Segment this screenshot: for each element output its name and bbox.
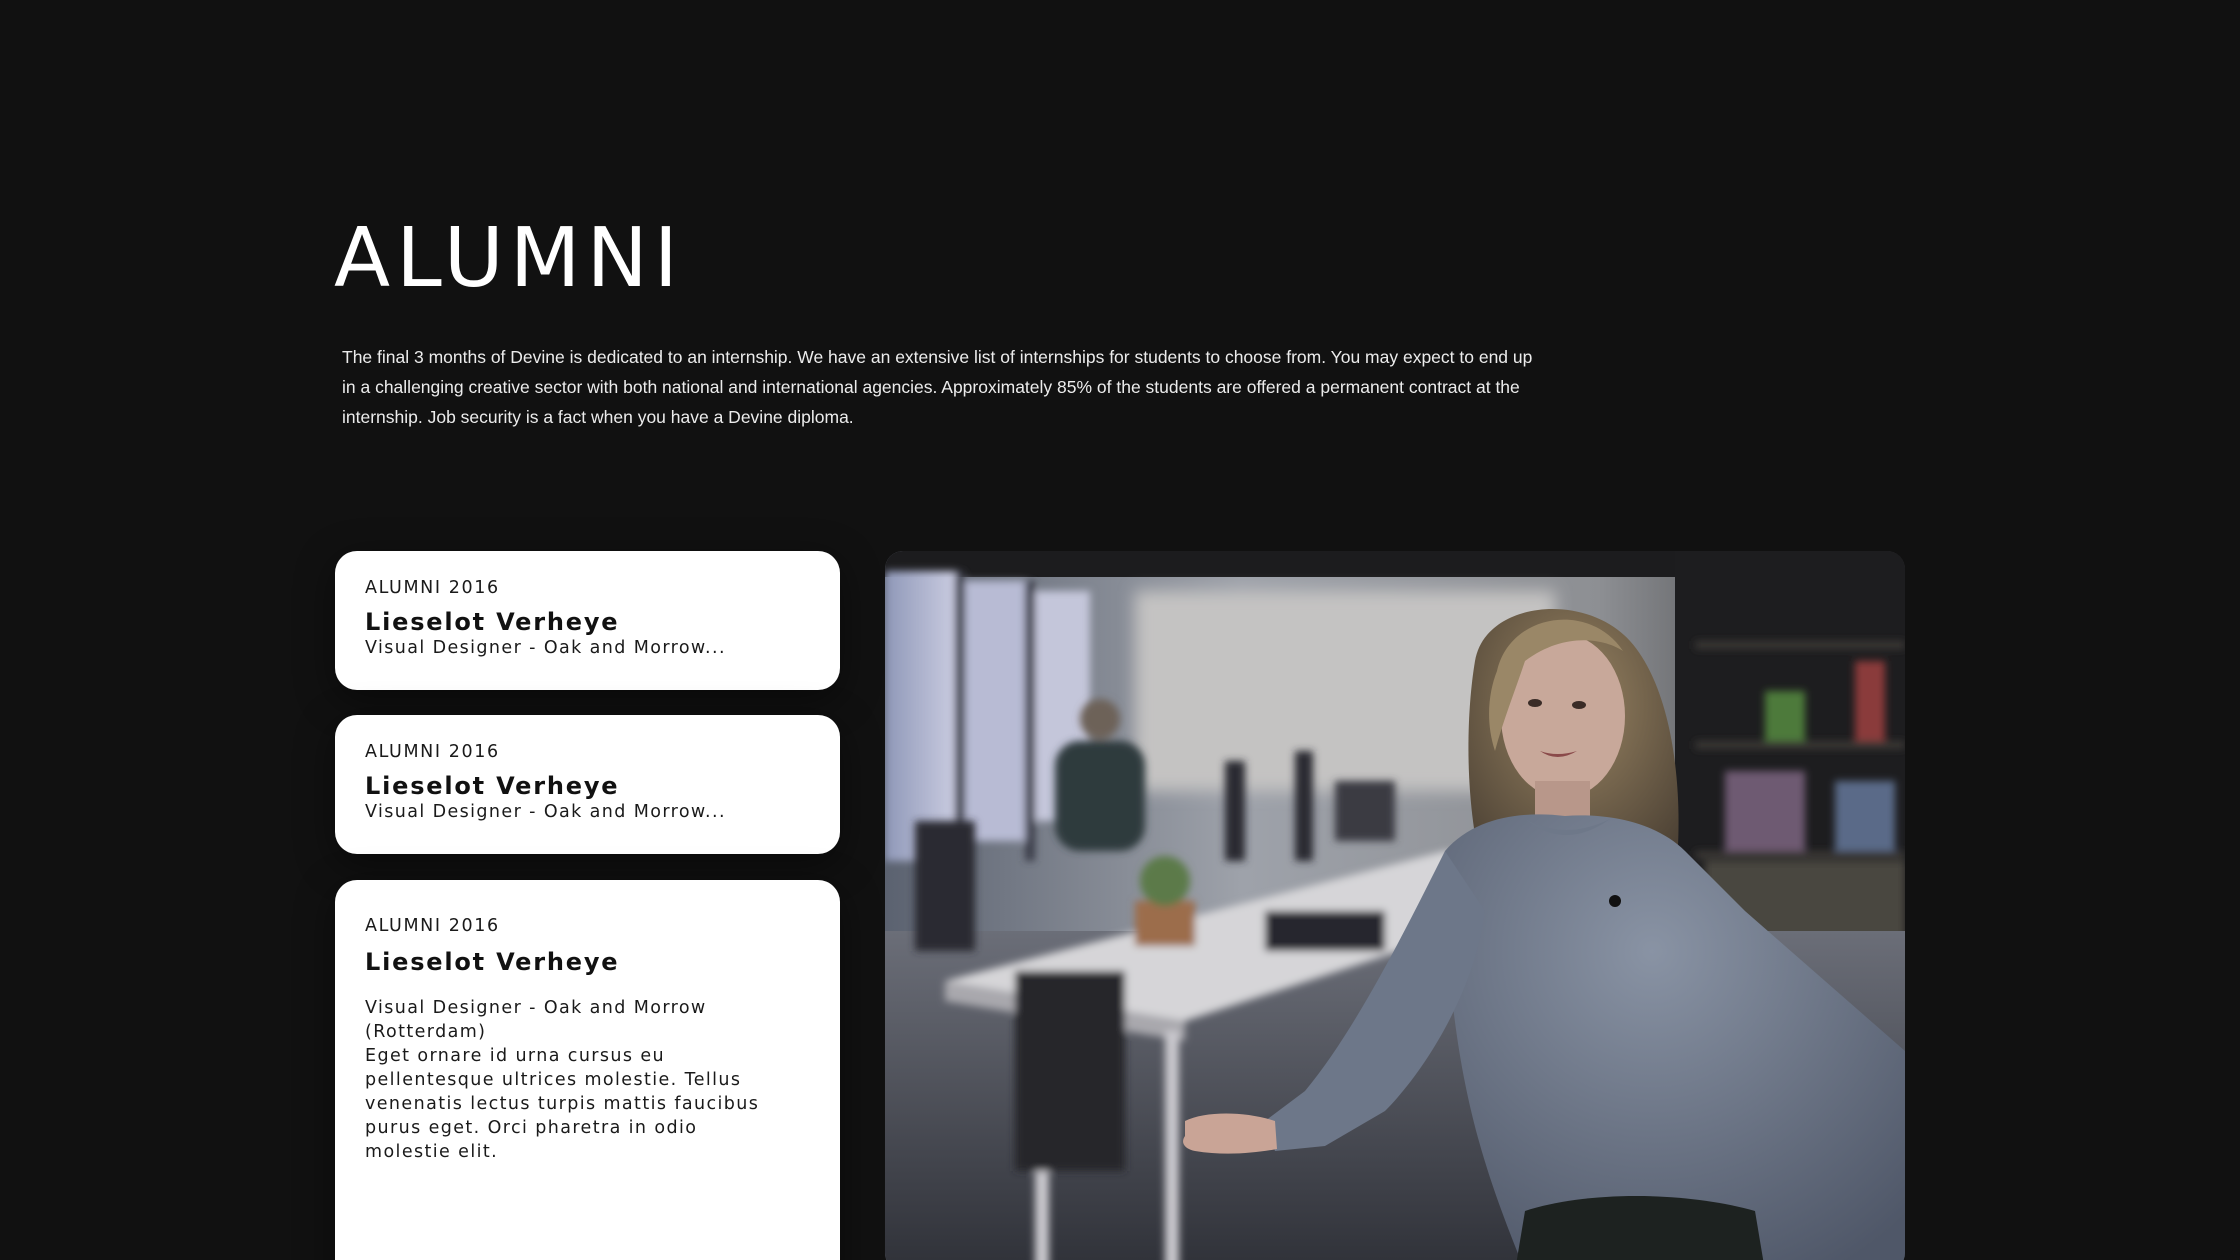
alumni-name: Lieselot Verheye xyxy=(365,772,620,800)
alumni-card-expanded[interactable]: ALUMNI 2016 Lieselot Verheye Visual Desi… xyxy=(335,880,840,1260)
alumni-role: Visual Designer - Oak and Morrow... xyxy=(365,638,726,658)
alumni-year-label: ALUMNI 2016 xyxy=(365,742,500,762)
alumni-card[interactable]: ALUMNI 2016 Lieselot Verheye Visual Desi… xyxy=(335,715,840,854)
alumni-description: Eget ornare id urna cursus eu pellentesq… xyxy=(365,1046,760,1162)
page-title: ALUMNI xyxy=(334,211,684,306)
alumni-role: Visual Designer - Oak and Morrow (Rotter… xyxy=(365,998,707,1042)
intro-paragraph: The final 3 months of Devine is dedicate… xyxy=(342,347,1533,427)
alumni-name: Lieselot Verheye xyxy=(365,608,620,636)
alumni-details: Visual Designer - Oak and Morrow (Rotter… xyxy=(365,996,765,1164)
alumni-card[interactable]: ALUMNI 2016 Lieselot Verheye Visual Desi… xyxy=(335,551,840,690)
alumni-page: ALUMNI The final 3 months of Devine is d… xyxy=(0,0,2240,1260)
alumni-name: Lieselot Verheye xyxy=(365,948,620,976)
office-interview-illustration xyxy=(885,551,1905,1260)
alumni-year-label: ALUMNI 2016 xyxy=(365,916,500,936)
alumni-photo[interactable] xyxy=(885,551,1905,1260)
alumni-year-label: ALUMNI 2016 xyxy=(365,578,500,598)
alumni-role: Visual Designer - Oak and Morrow... xyxy=(365,802,726,822)
